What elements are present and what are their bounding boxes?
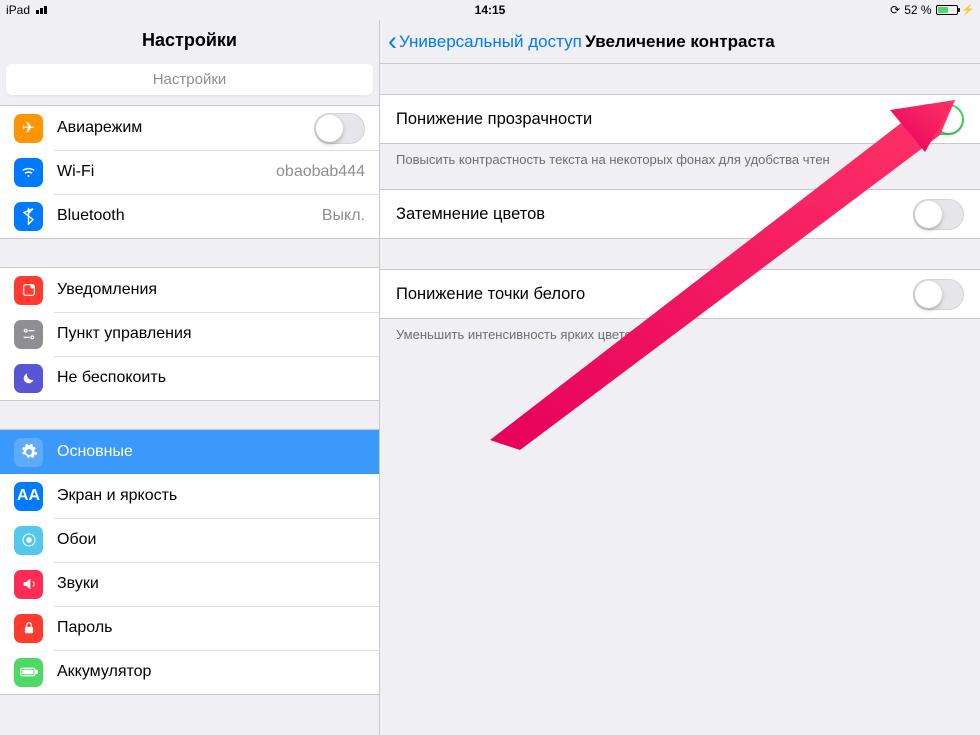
wifi-settings-icon (14, 158, 43, 187)
battery-icon (936, 5, 958, 15)
dnd-label: Не беспокоить (57, 369, 365, 387)
charging-icon: ⚡ (962, 5, 974, 16)
passcode-label: Пароль (57, 619, 365, 637)
footer-spacer (380, 239, 980, 269)
sidebar-group-network: ✈ Авиарежим Wi-Fi obaobab444 Bluetooth В… (0, 105, 379, 239)
back-button[interactable]: ‹ Универсальный доступ (388, 28, 582, 55)
back-label: Универсальный доступ (399, 32, 582, 52)
wifi-label: Wi-Fi (57, 163, 268, 181)
wifi-icon (36, 6, 47, 14)
sidebar-item-airplane[interactable]: ✈ Авиарежим (0, 106, 379, 150)
speaker-icon (14, 570, 43, 599)
battery-label: Аккумулятор (57, 663, 365, 681)
detail-group-3: Понижение точки белого (380, 269, 980, 319)
lock-icon (14, 614, 43, 643)
gear-icon (14, 438, 43, 467)
moon-icon (14, 364, 43, 393)
sidebar-item-sounds[interactable]: Звуки (0, 562, 379, 606)
row-darken-colors[interactable]: Затемнение цветов (380, 190, 980, 238)
sidebar-item-wifi[interactable]: Wi-Fi obaobab444 (0, 150, 379, 194)
bluetooth-value: Выкл. (322, 207, 365, 225)
notifications-label: Уведомления (57, 281, 365, 299)
detail-title: Увеличение контраста (585, 32, 774, 52)
sidebar-title: Настройки (0, 20, 379, 63)
bluetooth-label: Bluetooth (57, 207, 314, 225)
reduce-transparency-switch[interactable] (913, 104, 964, 135)
display-label: Экран и яркость (57, 487, 365, 505)
detail-group-2: Затемнение цветов (380, 189, 980, 239)
general-label: Основные (57, 443, 365, 461)
sidebar-group-alerts: Уведомления Пункт управления Не беспокои… (0, 267, 379, 401)
status-time: 14:15 (475, 3, 506, 17)
airplane-icon: ✈ (14, 114, 43, 143)
display-icon: AA (14, 482, 43, 511)
device-name: iPad (6, 3, 30, 17)
footer-3: Уменьшить интенсивность ярких цветов. (380, 319, 980, 364)
darken-colors-label: Затемнение цветов (396, 205, 913, 224)
sidebar-group-general: Основные AA Экран и яркость Обои Звуки (0, 429, 379, 695)
reduce-white-label: Понижение точки белого (396, 285, 913, 304)
battery-settings-icon (14, 658, 43, 687)
airplane-switch[interactable] (314, 113, 365, 144)
sidebar-item-passcode[interactable]: Пароль (0, 606, 379, 650)
sidebar-item-general[interactable]: Основные (0, 430, 379, 474)
bluetooth-icon (14, 202, 43, 231)
sidebar-item-display[interactable]: AA Экран и яркость (0, 474, 379, 518)
chevron-left-icon: ‹ (388, 28, 397, 55)
sidebar-item-wallpaper[interactable]: Обои (0, 518, 379, 562)
reduce-white-switch[interactable] (913, 279, 964, 310)
sidebar-item-control-center[interactable]: Пункт управления (0, 312, 379, 356)
sidebar-item-battery[interactable]: Аккумулятор (0, 650, 379, 694)
darken-colors-switch[interactable] (913, 199, 964, 230)
sidebar: Настройки ✈ Авиарежим Wi-Fi obaobab444 (0, 20, 380, 735)
search-input[interactable] (6, 63, 373, 95)
airplane-label: Авиарежим (57, 119, 314, 137)
sidebar-item-notifications[interactable]: Уведомления (0, 268, 379, 312)
row-reduce-transparency[interactable]: Понижение прозрачности (380, 95, 980, 143)
wifi-value: obaobab444 (276, 163, 365, 181)
sidebar-item-bluetooth[interactable]: Bluetooth Выкл. (0, 194, 379, 238)
reduce-transparency-label: Понижение прозрачности (396, 110, 913, 129)
status-bar: iPad 14:15 ⟳ 52 % ⚡ (0, 0, 980, 20)
control-label: Пункт управления (57, 325, 365, 343)
control-center-icon (14, 320, 43, 349)
footer-1: Повысить контрастность текста на некотор… (380, 144, 980, 189)
sounds-label: Звуки (57, 575, 365, 593)
row-reduce-white-point[interactable]: Понижение точки белого (380, 270, 980, 318)
wallpaper-label: Обои (57, 531, 365, 549)
battery-percent: 52 % (904, 3, 931, 17)
wallpaper-icon (14, 526, 43, 555)
detail-group-1: Понижение прозрачности (380, 94, 980, 144)
detail-header: ‹ Универсальный доступ Увеличение контра… (380, 20, 980, 64)
rotation-lock-icon: ⟳ (890, 3, 900, 17)
detail-pane: ‹ Универсальный доступ Увеличение контра… (380, 20, 980, 735)
notifications-icon (14, 276, 43, 305)
sidebar-item-dnd[interactable]: Не беспокоить (0, 356, 379, 400)
